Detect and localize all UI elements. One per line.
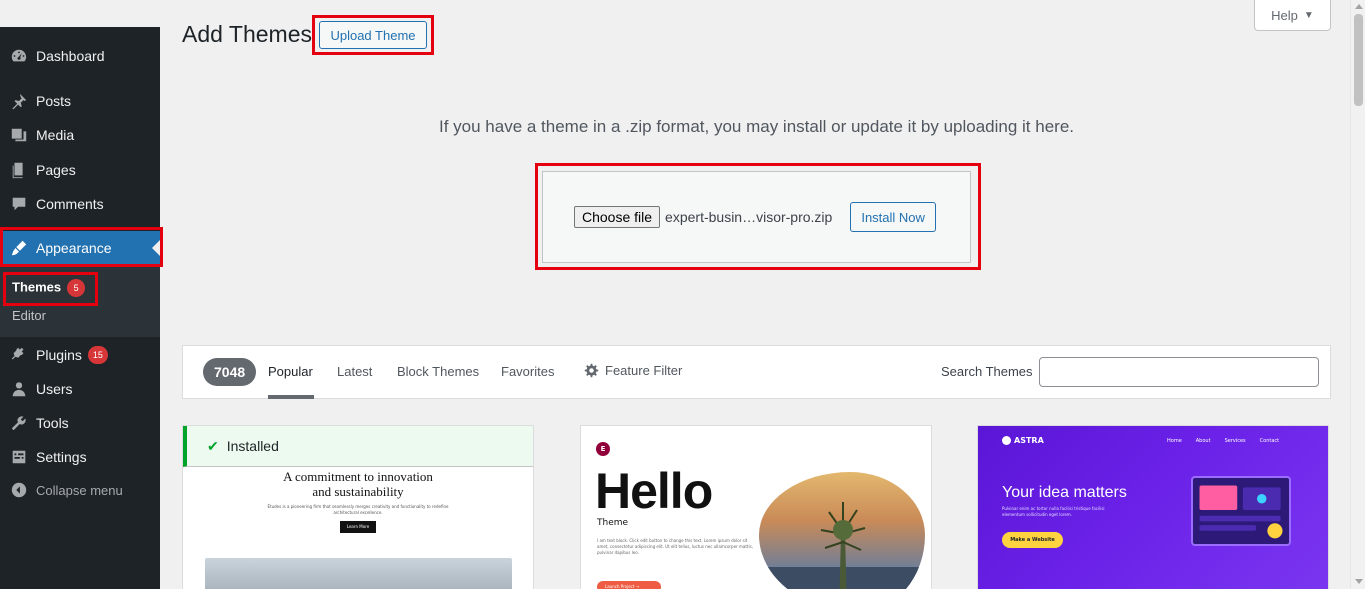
- theme-preview-button: Learn More: [340, 521, 376, 533]
- elementor-logo: E: [596, 442, 610, 456]
- pages-icon: [9, 160, 29, 180]
- tab-latest[interactable]: Latest: [337, 364, 372, 379]
- user-icon: [9, 379, 29, 399]
- preview-nav-item: Services: [1224, 438, 1246, 444]
- scroll-down-arrow-icon[interactable]: [1355, 579, 1363, 584]
- theme-preview-button: Make a Website: [1002, 532, 1063, 548]
- theme-preview-illustration: [1191, 476, 1291, 546]
- sidebar-item-label: Settings: [36, 449, 87, 465]
- theme-preview-photo: [759, 472, 925, 589]
- admin-bar-area: [0, 0, 160, 27]
- scroll-up-arrow-icon[interactable]: [1355, 4, 1363, 9]
- sidebar-item-tools[interactable]: Tools: [0, 406, 160, 440]
- page-title: Add Themes: [182, 21, 312, 47]
- submenu-item-themes[interactable]: Themes 5: [12, 279, 86, 297]
- submenu-item-label: Themes: [12, 279, 62, 295]
- sidebar-item-appearance[interactable]: Appearance: [0, 231, 160, 265]
- sidebar-item-label: Appearance: [36, 240, 112, 256]
- theme-count-badge: 7048: [203, 358, 257, 386]
- plugins-update-badge: 15: [87, 346, 108, 364]
- installed-label: Installed: [226, 438, 279, 454]
- preview-nav-item: About: [1195, 438, 1211, 444]
- plugin-icon: [9, 345, 29, 365]
- dashboard-icon: [9, 46, 29, 66]
- theme-preview-text: Pulvinar enim ac tortor nulla facilisi t…: [1002, 506, 1105, 517]
- selected-file-name: expert-busin…visor-pro.zip: [665, 209, 833, 225]
- astra-logo: ASTRA: [1002, 436, 1044, 445]
- upload-theme-form: Choose file expert-busin…visor-pro.zip I…: [542, 171, 971, 263]
- submenu-item-label: Editor: [12, 308, 46, 323]
- upload-description: If you have a theme in a .zip format, yo…: [438, 117, 1075, 136]
- sidebar-item-label: Users: [36, 381, 73, 397]
- dashboard-illustration: [1199, 485, 1283, 539]
- preview-nav-item: Contact: [1259, 438, 1280, 444]
- search-themes-input[interactable]: [1039, 357, 1319, 387]
- theme-preview-nav: Home About Services Contact: [1167, 438, 1279, 444]
- sidebar-item-users[interactable]: Users: [0, 372, 160, 406]
- cactus-illustration: [759, 502, 925, 589]
- search-themes-label: Search Themes: [941, 364, 1033, 379]
- sidebar-item-label: Dashboard: [36, 48, 105, 64]
- tab-popular[interactable]: Popular: [268, 364, 313, 379]
- feature-filter-button[interactable]: Feature Filter: [584, 363, 682, 378]
- theme-preview-button: Launch Project →: [597, 581, 661, 589]
- wrench-icon: [9, 413, 29, 433]
- sidebar-item-label: Tools: [36, 415, 69, 431]
- sidebar-item-label: Pages: [36, 162, 76, 178]
- sidebar-item-posts[interactable]: Posts: [0, 84, 160, 118]
- theme-card-astra[interactable]: ASTRA Home About Services Contact Your i…: [977, 425, 1329, 589]
- scrollbar-thumb[interactable]: [1354, 14, 1363, 106]
- caret-down-icon: ▼: [1303, 9, 1314, 21]
- preview-nav-item: Home: [1167, 438, 1182, 444]
- sidebar-item-settings[interactable]: Settings: [0, 440, 160, 474]
- preview-heading-line: and sustainability: [312, 484, 404, 499]
- help-label: Help: [1271, 7, 1298, 23]
- theme-filter-bar: 7048 Popular Latest Block Themes Favorit…: [182, 345, 1331, 399]
- choose-file-button[interactable]: Choose file: [574, 206, 661, 228]
- themes-update-badge: 5: [67, 279, 86, 297]
- theme-preview-text: I am text block. Click edit button to ch…: [597, 538, 753, 555]
- installed-notice: ✔ Installed: [183, 426, 533, 467]
- theme-preview-heading: A commitment to innovation and sustainab…: [183, 469, 533, 499]
- brush-icon: [9, 238, 29, 258]
- collapse-icon: [9, 480, 29, 500]
- sidebar-item-dashboard[interactable]: Dashboard: [0, 39, 160, 73]
- theme-preview-title: Hello: [595, 463, 713, 519]
- collapse-menu-button[interactable]: Collapse menu: [0, 473, 160, 507]
- admin-sidebar: Dashboard Posts Media Pages Comments App…: [0, 27, 160, 589]
- tab-block-themes[interactable]: Block Themes: [397, 364, 479, 379]
- settings-icon: [9, 447, 29, 467]
- submenu-item-editor[interactable]: Editor: [12, 308, 46, 323]
- preview-heading-line: A commitment to innovation: [283, 469, 433, 484]
- astra-logo-icon: [1002, 436, 1011, 445]
- sidebar-item-plugins[interactable]: Plugins 15: [0, 338, 160, 372]
- theme-preview-title: Your idea matters: [1002, 484, 1127, 501]
- appearance-submenu: Themes 5 Editor: [0, 266, 160, 337]
- help-tab-button[interactable]: Help ▼: [1254, 0, 1331, 31]
- active-menu-arrow: [152, 240, 160, 256]
- sidebar-item-label: Plugins: [36, 347, 82, 363]
- theme-card-installed[interactable]: ✔ Installed A commitment to innovation a…: [182, 425, 534, 589]
- pin-icon: [9, 91, 29, 111]
- comment-icon: [9, 194, 29, 214]
- active-tab-indicator: [268, 395, 314, 399]
- sidebar-item-label: Comments: [36, 196, 104, 212]
- gear-icon: [584, 363, 599, 378]
- tab-favorites[interactable]: Favorites: [501, 364, 554, 379]
- page-scrollbar[interactable]: [1350, 0, 1365, 589]
- upload-theme-button[interactable]: Upload Theme: [319, 21, 427, 49]
- feature-filter-label: Feature Filter: [605, 363, 683, 378]
- checkmark-icon: ✔: [207, 437, 219, 454]
- sidebar-item-label: Posts: [36, 93, 72, 109]
- astra-logo-text: ASTRA: [1014, 436, 1044, 445]
- theme-preview-subtitle: Theme: [597, 518, 629, 528]
- collapse-menu-label: Collapse menu: [36, 482, 123, 498]
- sidebar-item-comments[interactable]: Comments: [0, 187, 160, 221]
- install-now-button[interactable]: Install Now: [850, 202, 936, 232]
- theme-card-hello[interactable]: E Hello Theme I am text block. Click edi…: [580, 425, 932, 589]
- sidebar-item-pages[interactable]: Pages: [0, 153, 160, 187]
- theme-preview-image: [205, 558, 512, 589]
- theme-preview-text: Études is a pioneering firm that seamles…: [267, 504, 449, 515]
